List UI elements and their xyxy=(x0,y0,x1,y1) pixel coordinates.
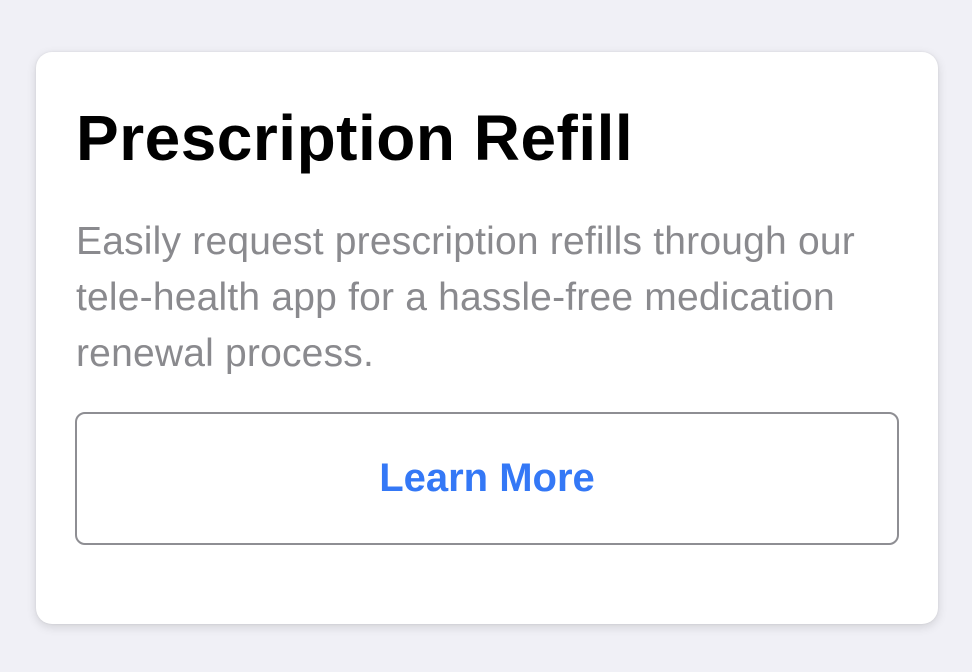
learn-more-button[interactable]: Learn More xyxy=(75,412,899,545)
card-title: Prescription Refill xyxy=(76,102,634,174)
card-description: Easily request prescription refills thro… xyxy=(76,220,855,375)
prescription-refill-card: Prescription Refill Easily request presc… xyxy=(36,52,938,624)
